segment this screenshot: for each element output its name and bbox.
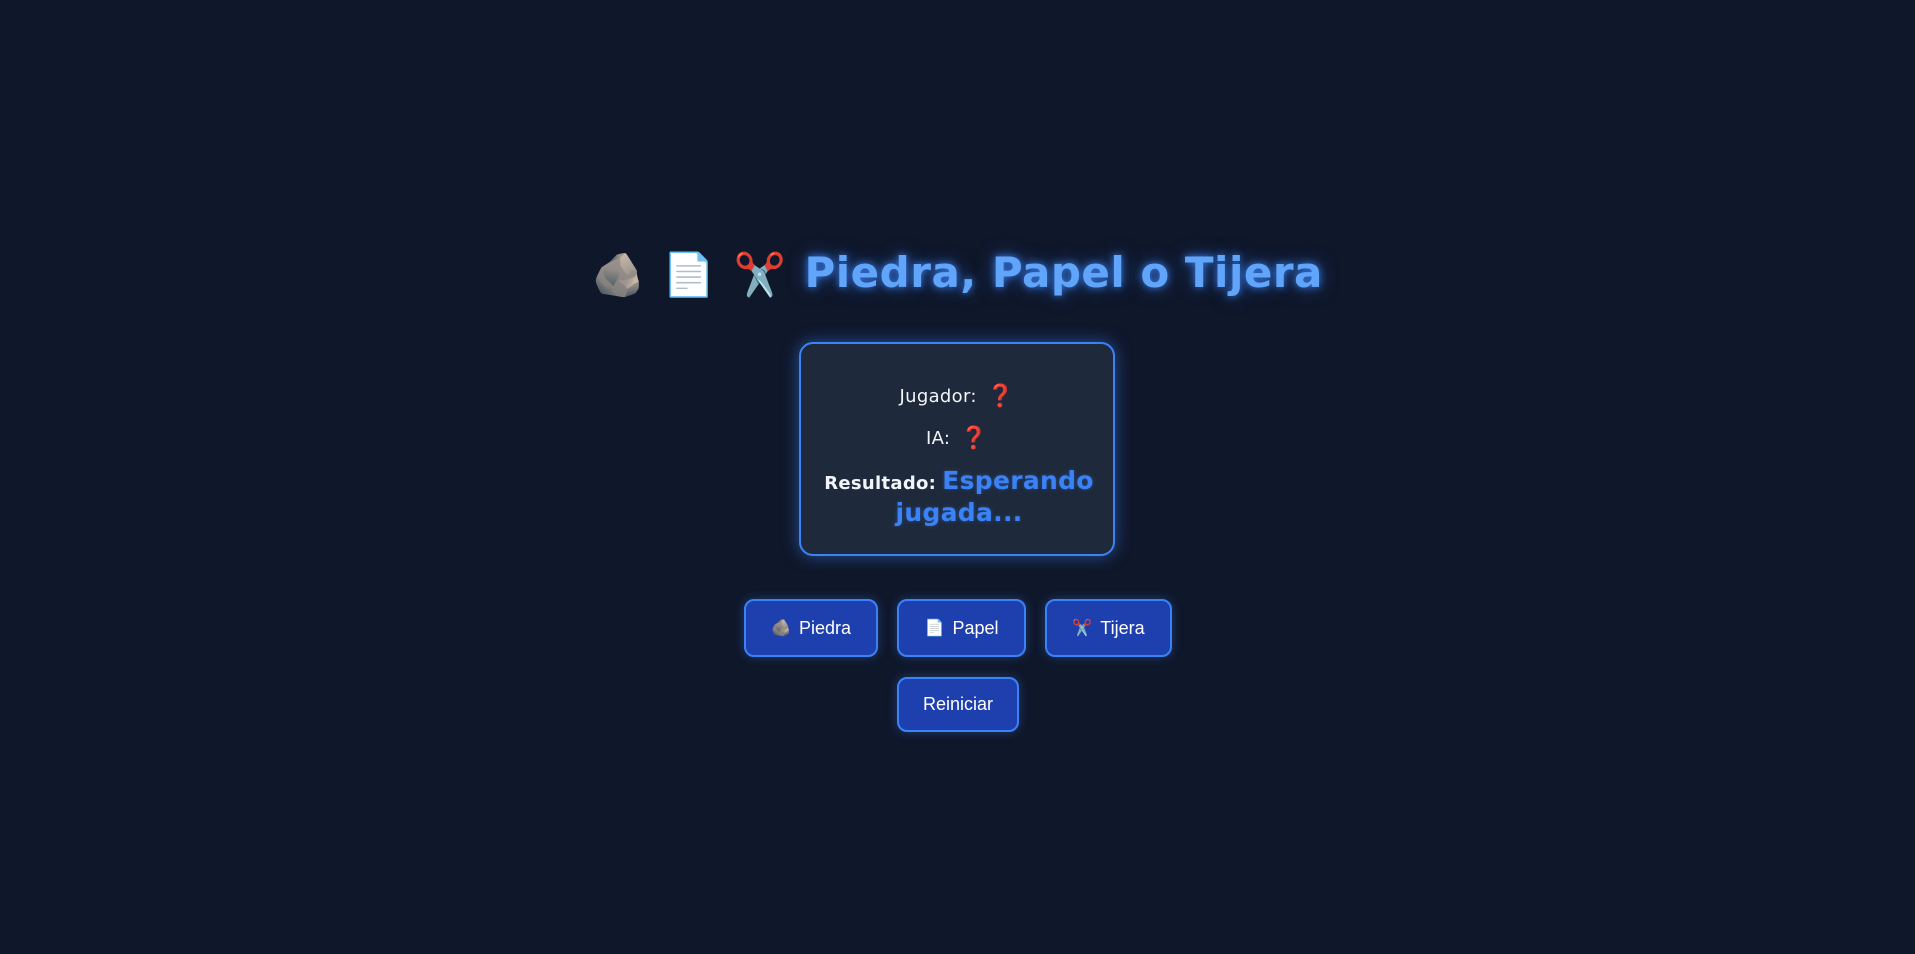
reset-button-label: Reiniciar	[922, 694, 994, 714]
result-row: Resultado: Esperando jugada...	[819, 466, 1099, 530]
rock-icon: 🪨	[771, 620, 791, 637]
scissors-button[interactable]: ✂️ Tijera	[1045, 599, 1172, 657]
scissors-icon: ✂️	[1072, 620, 1093, 637]
scissors-icon: ✂️	[733, 250, 787, 299]
paper-icon: 📄	[924, 620, 945, 637]
title-text: Piedra, Papel o Tijera	[804, 248, 1323, 297]
player-row: Jugador: ❓	[801, 384, 1113, 409]
result-label: Resultado:	[824, 473, 937, 494]
game-page: 🪨 📄 ✂️ Piedra, Papel o Tijera Jugador: ❓ IA…	[0, 0, 1915, 954]
ai-label: IA:	[925, 428, 951, 449]
ai-row: IA: ❓	[801, 426, 1113, 451]
page-title: 🪨 📄 ✂️ Piedra, Papel o Tijera	[0, 248, 1915, 300]
rock-icon: 🪨	[592, 250, 645, 299]
paper-button-label: Papel	[952, 617, 999, 638]
ai-choice: ❓	[960, 426, 988, 451]
scoreboard-card: Jugador: ❓ IA: ❓ Resultado: Esperando ju…	[799, 342, 1115, 556]
player-choice: ❓	[986, 384, 1015, 409]
paper-button[interactable]: 📄 Papel	[897, 599, 1026, 657]
reset-button[interactable]: Reiniciar	[897, 677, 1019, 732]
player-label: Jugador:	[899, 386, 977, 407]
rock-button-label: Piedra	[798, 617, 851, 638]
paper-icon: 📄	[662, 250, 716, 299]
rock-button[interactable]: 🪨 Piedra	[744, 599, 878, 657]
scissors-button-label: Tijera	[1100, 617, 1145, 638]
